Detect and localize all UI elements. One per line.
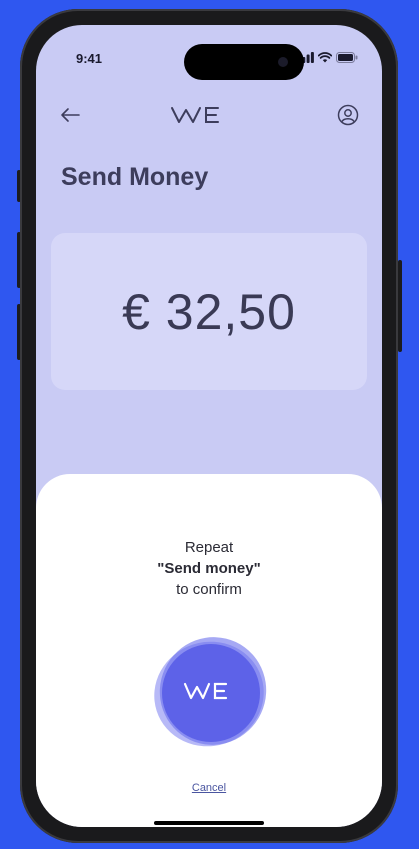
prompt-phrase: "Send money" xyxy=(157,560,261,577)
home-indicator xyxy=(154,821,264,825)
voice-listening-orb[interactable] xyxy=(152,634,270,752)
amount-card: € 32,50 xyxy=(51,233,367,390)
battery-icon xyxy=(336,52,358,63)
phone-screen: 9:41 Send Money € 32,50 Repeat "Send mon… xyxy=(36,25,382,827)
arrow-left-icon[interactable] xyxy=(58,103,82,127)
status-icons xyxy=(298,52,358,63)
wifi-icon xyxy=(318,52,332,63)
power-button xyxy=(398,260,402,352)
dynamic-island xyxy=(184,44,304,80)
status-time: 9:41 xyxy=(76,51,103,66)
we-logo-icon xyxy=(171,107,219,123)
stage: 9:41 Send Money € 32,50 Repeat "Send mon… xyxy=(0,0,419,849)
cancel-link[interactable]: Cancel xyxy=(36,782,382,794)
top-nav xyxy=(36,95,382,135)
voice-confirm-sheet: Repeat "Send money" to confirm Cancel xyxy=(36,474,382,827)
user-circle-icon[interactable] xyxy=(336,103,360,127)
prompt-line-repeat: Repeat xyxy=(184,539,234,556)
phone-frame: 9:41 Send Money € 32,50 Repeat "Send mon… xyxy=(20,9,398,843)
page-title: Send Money xyxy=(61,163,209,191)
confirm-prompt: Repeat "Send money" to confirm xyxy=(36,537,382,600)
amount-value: € 32,50 xyxy=(122,283,296,340)
camera-lens xyxy=(278,57,288,67)
prompt-line-confirm: to confirm xyxy=(176,581,242,598)
